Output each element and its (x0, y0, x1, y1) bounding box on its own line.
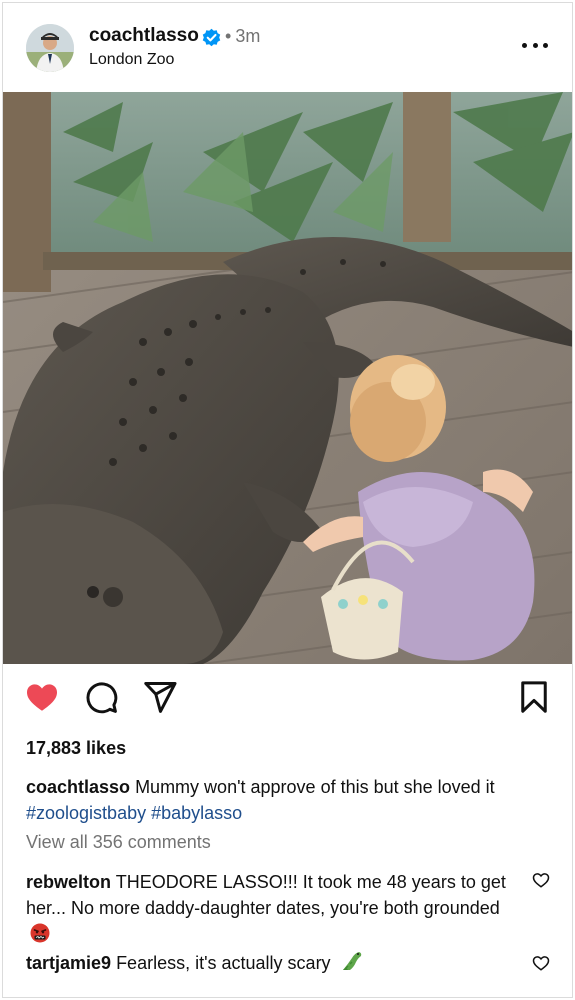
post-username[interactable]: coachtlasso (89, 25, 199, 47)
post-card: coachtlasso • 3m London Zoo 17,883 likes… (2, 2, 573, 998)
post-actions (3, 679, 572, 719)
avatar[interactable] (26, 24, 74, 72)
comment-username[interactable]: tartjamie9 (26, 953, 111, 973)
comment-text: Fearless, it's actually scary (116, 953, 331, 973)
comment-username[interactable]: rebwelton (26, 872, 111, 892)
comment-item: tartjamie9 Fearless, it's actually scary (26, 950, 516, 979)
bookmark-icon[interactable] (516, 679, 552, 715)
caption-username[interactable]: coachtlasso (26, 777, 130, 797)
post-caption: coachtlasso Mummy won't approve of this … (26, 774, 551, 826)
comment-like-heart-icon[interactable] (532, 954, 550, 972)
heart-filled-icon[interactable] (24, 679, 60, 715)
separator-dot: • (225, 26, 232, 46)
crocodile-emoji (340, 950, 364, 979)
comment-like-heart-icon[interactable] (532, 871, 550, 889)
post-header: coachtlasso • 3m London Zoo (3, 3, 572, 91)
verified-badge-icon (202, 28, 221, 47)
likes-count[interactable]: 17,883 likes (26, 738, 126, 759)
post-image[interactable] (3, 92, 572, 664)
hashtag-link[interactable]: #zoologistbaby (26, 803, 146, 823)
send-icon[interactable] (142, 679, 178, 715)
post-timestamp: • 3m (225, 26, 260, 47)
angry-cursing-face-emoji (30, 923, 50, 950)
view-all-comments-link[interactable]: View all 356 comments (26, 832, 211, 853)
comment-icon[interactable] (83, 679, 119, 715)
post-location[interactable]: London Zoo (89, 51, 174, 69)
comment-item: rebwelton THEODORE LASSO!!! It took me 4… (26, 869, 516, 950)
time-ago: 3m (235, 26, 261, 46)
caption-text: Mummy won't approve of this but she love… (135, 777, 495, 797)
hashtag-link[interactable]: #babylasso (151, 803, 242, 823)
more-options-icon[interactable] (522, 33, 548, 57)
